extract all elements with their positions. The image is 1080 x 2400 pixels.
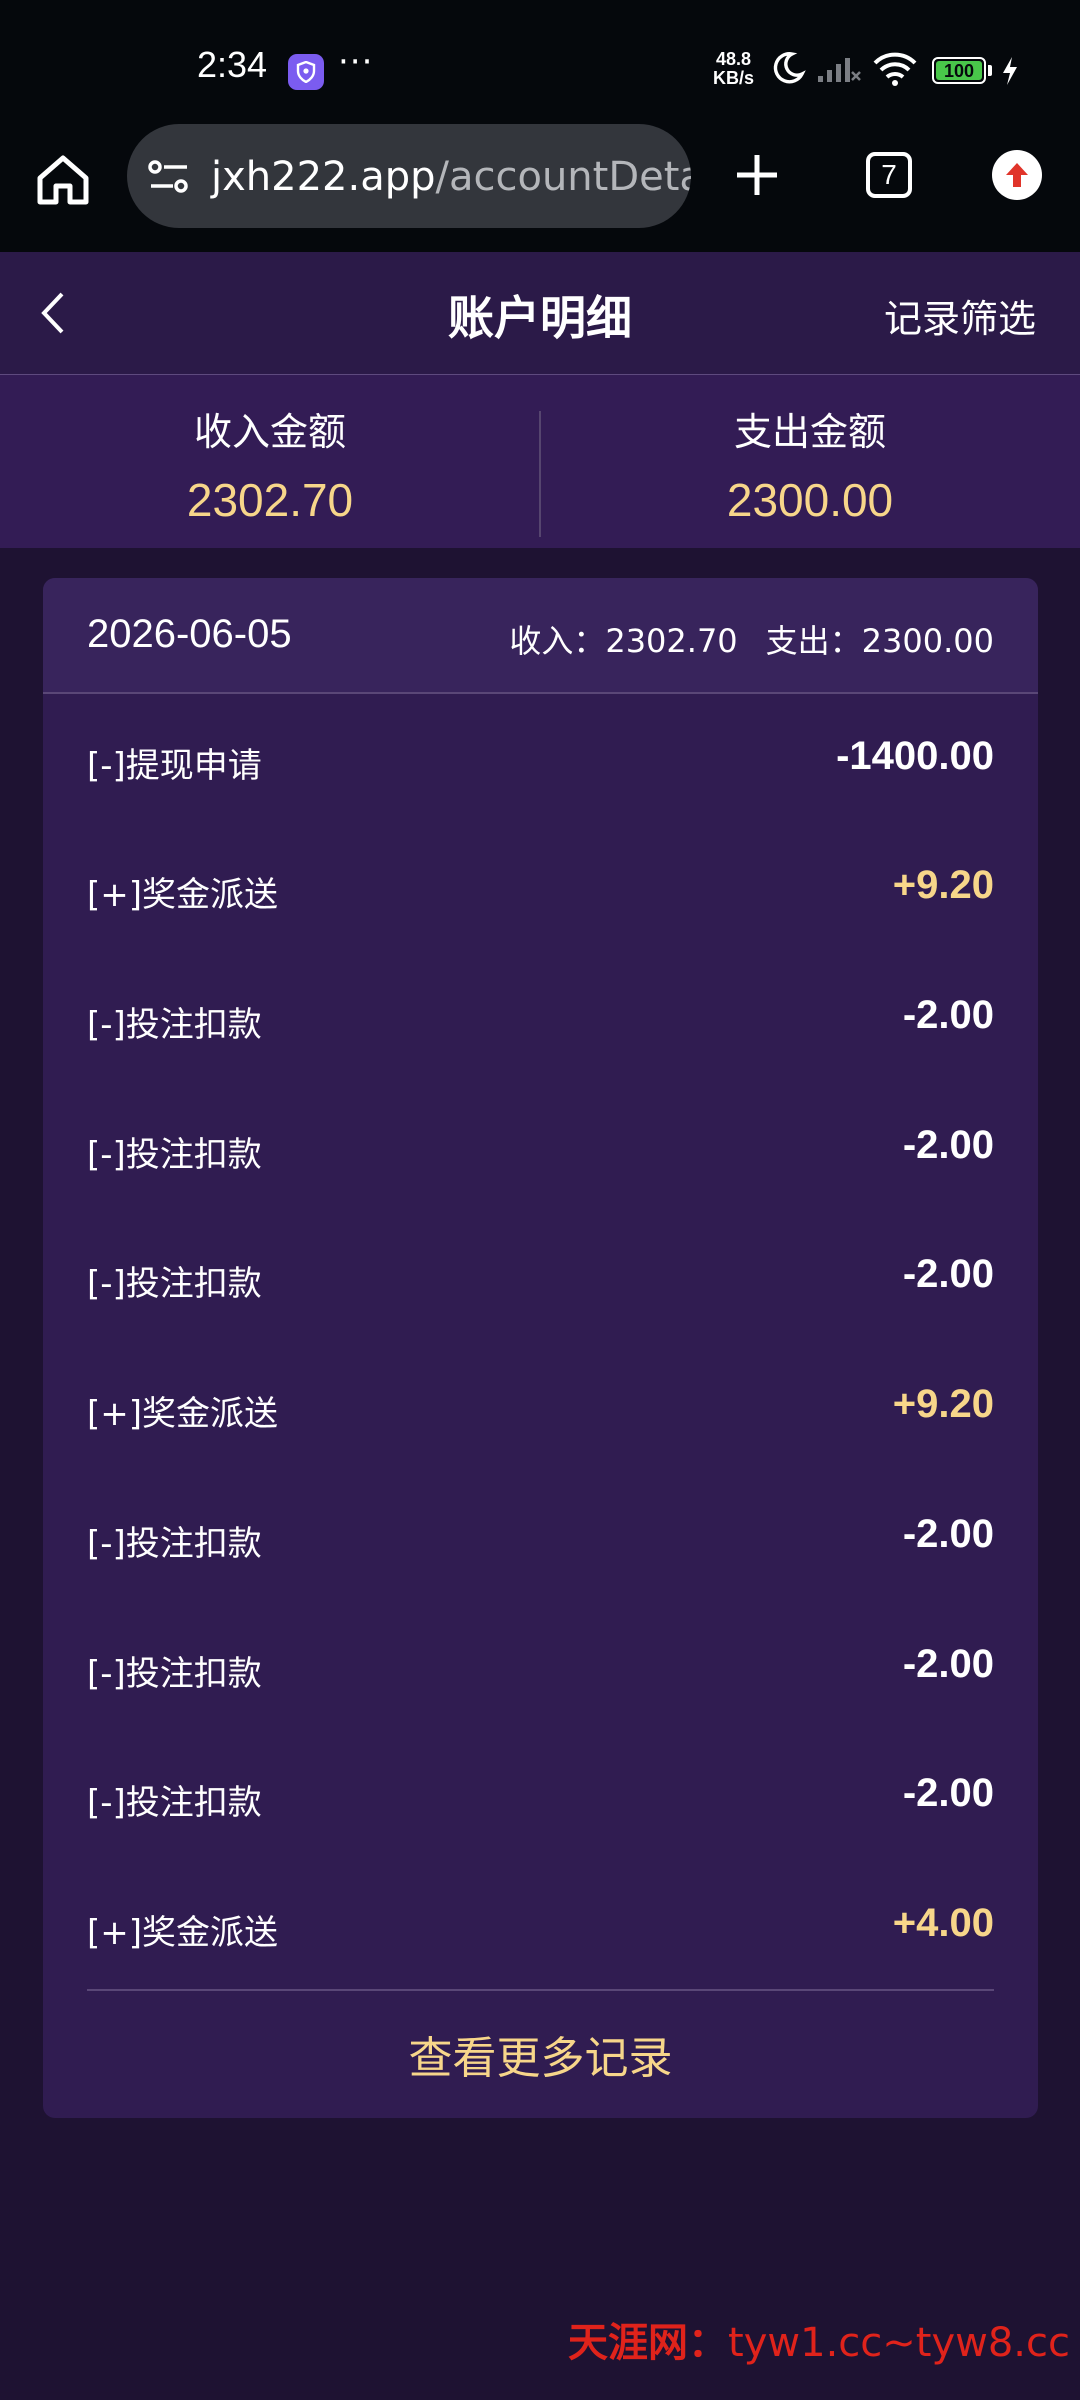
day-group-header: 2026-06-05 收入：2302.70 支出：2300.00: [43, 578, 1038, 694]
record-label: [+]奖金派送: [87, 1394, 279, 1434]
net-speed: 48.8 KB/s: [713, 50, 754, 88]
record-amount: -2.00: [902, 1123, 994, 1167]
record-row[interactable]: [-]投注扣款 -2.00: [87, 1636, 994, 1696]
record-amount: +9.20: [892, 863, 994, 907]
record-row[interactable]: [-]投注扣款 -2.00: [87, 1506, 994, 1566]
expense-summary: 支出金额 2300.00: [540, 407, 1080, 527]
battery-level: 100: [943, 61, 975, 81]
net-speed-unit: KB/s: [713, 68, 755, 88]
record-row[interactable]: [-]投注扣款 -2.00: [87, 1117, 994, 1177]
url-path: /accountDeta: [435, 154, 692, 200]
app-shield-icon: [288, 54, 324, 90]
day-expense-label: 支出：: [765, 622, 862, 660]
record-label: [-]投注扣款: [87, 1135, 262, 1175]
record-label: [+]奖金派送: [87, 1913, 279, 1953]
record-label: [+]奖金派送: [87, 875, 279, 915]
view-more-records-button[interactable]: 查看更多记录: [43, 2022, 1038, 2086]
record-label: [-]提现申请: [87, 746, 262, 786]
record-row[interactable]: [+]奖金派送 +9.20: [87, 857, 994, 917]
record-label: [-]投注扣款: [87, 1654, 262, 1694]
record-amount: -2.00: [902, 993, 994, 1037]
record-amount: +4.00: [892, 1901, 994, 1945]
site-settings-icon[interactable]: [147, 158, 191, 196]
income-value: 2302.70: [186, 474, 354, 526]
record-label: [-]投注扣款: [87, 1005, 262, 1045]
day-expense-value: 2300.00: [861, 622, 994, 660]
record-label: [-]投注扣款: [87, 1264, 262, 1304]
url-host: jxh222.app: [211, 154, 436, 200]
record-row[interactable]: [+]奖金派送 +9.20: [87, 1376, 994, 1436]
record-amount: -2.00: [902, 1771, 994, 1815]
update-icon[interactable]: [992, 150, 1042, 200]
watermark-brand: 天涯网：: [568, 2319, 729, 2366]
record-label: [-]投注扣款: [87, 1783, 262, 1823]
income-label: 收入金额: [193, 410, 346, 454]
expense-label: 支出金额: [733, 410, 886, 454]
record-label: [-]投注扣款: [87, 1524, 262, 1564]
moon-icon: [773, 52, 806, 84]
records-card: 2026-06-05 收入：2302.70 支出：2300.00 [-]提现申请 …: [43, 578, 1038, 2118]
filter-records-button[interactable]: 记录筛选: [884, 288, 1036, 343]
wifi-icon: [873, 52, 917, 86]
watermark: 天涯网：tyw1.cc~tyw8.cc: [568, 2310, 1070, 2368]
record-amount: -1400.00: [836, 734, 994, 778]
record-amount: -2.00: [902, 1642, 994, 1686]
page-header: 账户明细 记录筛选: [0, 252, 1080, 375]
url-text[interactable]: jxh222.app/accountDeta: [211, 154, 691, 200]
address-bar[interactable]: jxh222.app/accountDeta: [127, 124, 691, 228]
day-income-value: 2302.70: [605, 622, 738, 660]
record-amount: -2.00: [902, 1252, 994, 1296]
summary-panel: 收入金额 2302.70 支出金额 2300.00: [0, 375, 1080, 548]
battery-icon: 100: [932, 57, 986, 84]
record-row[interactable]: [-]投注扣款 -2.00: [87, 1765, 994, 1825]
record-amount: +9.20: [892, 1382, 994, 1426]
tab-switcher-button[interactable]: 7: [866, 152, 912, 198]
record-row[interactable]: [+]奖金派送 +4.00: [87, 1895, 994, 1955]
day-totals: 收入：2302.70 支出：2300.00: [509, 616, 994, 662]
browser-toolbar: jxh222.app/accountDeta 7: [0, 122, 1080, 252]
day-income-label: 收入：: [509, 622, 606, 660]
record-row[interactable]: [-]投注扣款 -2.00: [87, 1246, 994, 1306]
status-time: 2:34: [197, 44, 268, 85]
expense-value: 2300.00: [726, 474, 894, 526]
watermark-domains: tyw1.cc~tyw8.cc: [728, 2320, 1070, 2366]
status-bar: 2:34 ··· 48.8 KB/s 100: [0, 0, 1080, 122]
charging-icon: [1003, 57, 1017, 85]
net-speed-value: 48.8: [715, 49, 752, 69]
income-summary: 收入金额 2302.70: [0, 407, 540, 527]
signal-icon: [818, 58, 861, 82]
new-tab-icon[interactable]: [734, 152, 780, 198]
more-dots-icon: ···: [338, 42, 374, 82]
record-row[interactable]: [-]提现申请 -1400.00: [87, 728, 994, 788]
record-amount: -2.00: [902, 1512, 994, 1556]
group-date: 2026-06-05: [87, 612, 292, 656]
list-divider: [87, 1989, 994, 1991]
home-icon[interactable]: [34, 152, 92, 208]
record-row[interactable]: [-]投注扣款 -2.00: [87, 987, 994, 1047]
